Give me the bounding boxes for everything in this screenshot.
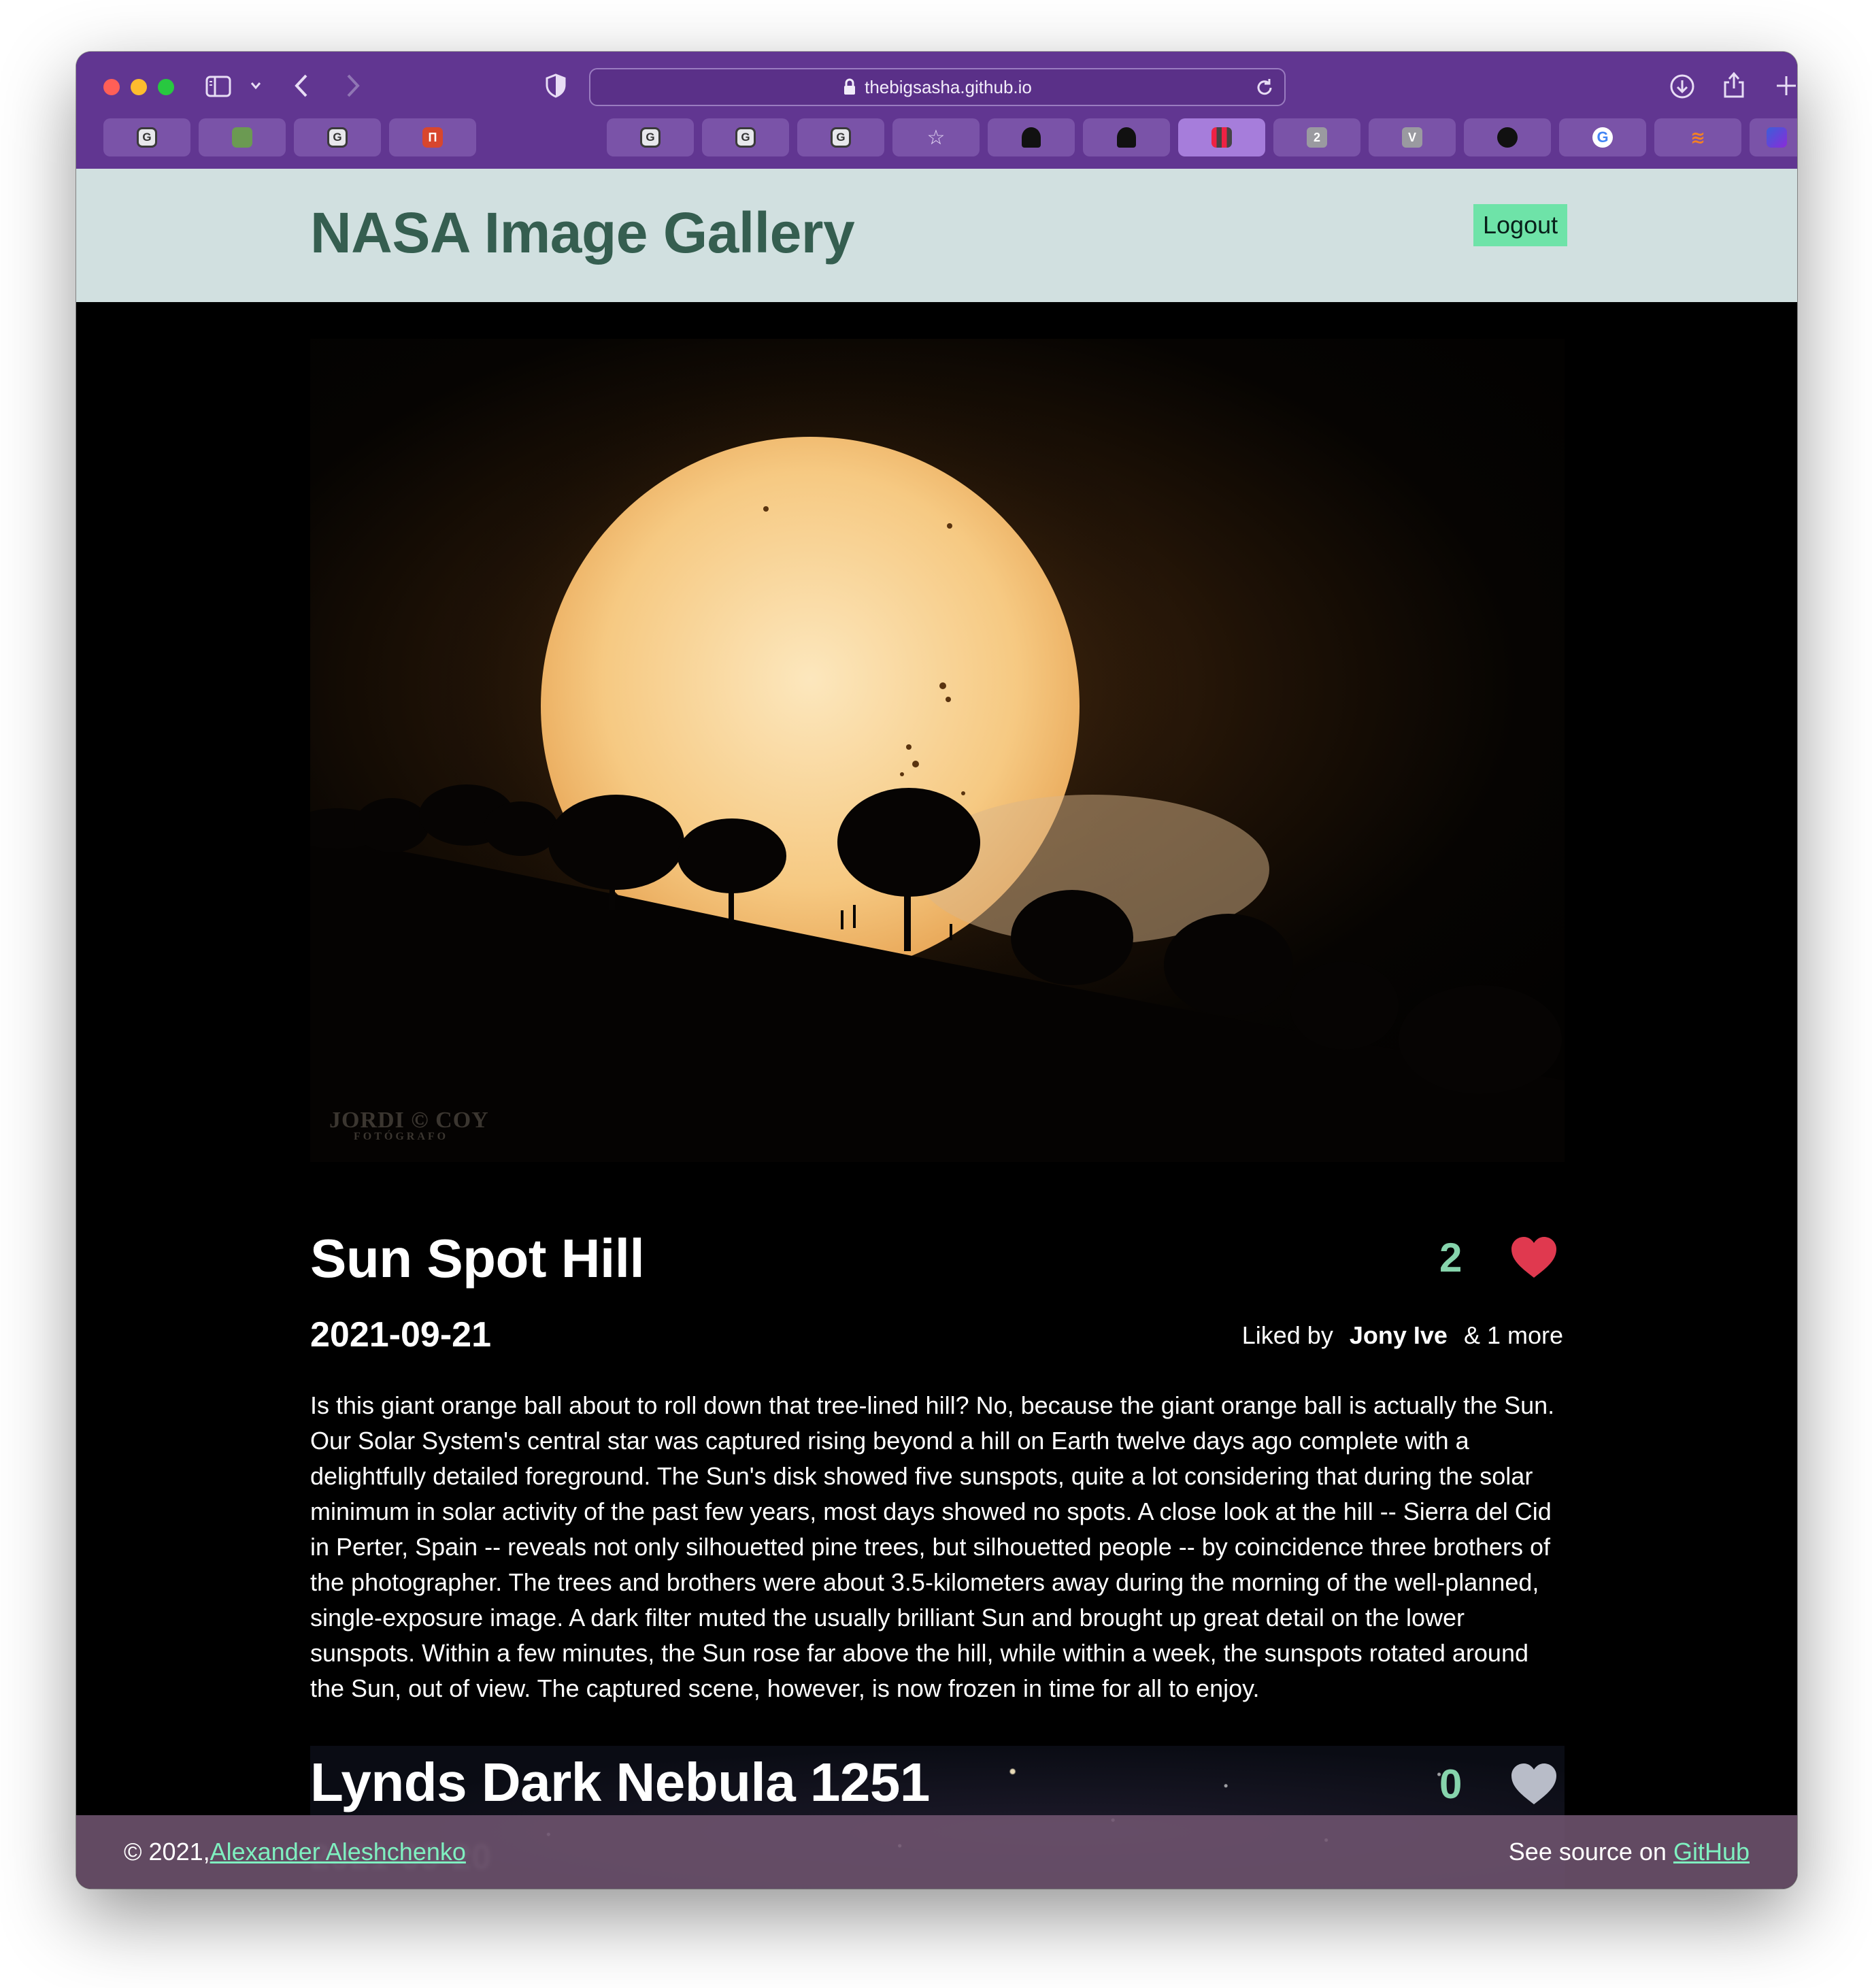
site-footer: © 2021,Alexander Aleshchenko See source …	[76, 1815, 1797, 1889]
g-favicon-icon: G	[831, 127, 851, 148]
notion-like-favicon-icon: П	[422, 127, 443, 148]
image-watermark: JORDI © COY FOTÓGRAFO	[329, 1108, 489, 1143]
post-title: Sun Spot Hill	[310, 1228, 645, 1289]
v-favicon-icon: V	[1402, 127, 1422, 148]
source-prefix: See source on	[1508, 1838, 1673, 1866]
next-like-count: 0	[1439, 1761, 1462, 1807]
sunrise-illustration	[310, 339, 1565, 1162]
author-link[interactable]: Alexander Aleshchenko	[210, 1838, 466, 1866]
ghost-favicon-icon	[1117, 127, 1136, 148]
tab-10[interactable]	[1083, 118, 1170, 156]
tab-16[interactable]: ≋	[1654, 118, 1741, 156]
liked-by-suffix: & 1 more	[1463, 1321, 1563, 1349]
ghost-favicon-icon	[1022, 127, 1041, 148]
url-text: thebigsasha.github.io	[865, 76, 1032, 97]
cube-favicon-icon	[1767, 127, 1787, 148]
like-count: 2	[1439, 1235, 1462, 1280]
tab-17[interactable]	[1750, 118, 1797, 156]
page-title: NASA Image Gallery	[310, 201, 855, 265]
copyright-text: © 2021,	[124, 1838, 210, 1866]
heart-icon[interactable]	[1510, 1236, 1558, 1279]
tab-7[interactable]: G	[797, 118, 884, 156]
tab-9[interactable]	[988, 118, 1075, 156]
copyright: © 2021,Alexander Aleshchenko	[124, 1838, 466, 1866]
g-favicon-icon: G	[735, 127, 756, 148]
bars-favicon-icon	[1211, 127, 1232, 148]
source-note: See source on GitHub	[1509, 1838, 1750, 1866]
g-favicon-icon: G	[137, 127, 157, 148]
tab-13[interactable]: V	[1369, 118, 1456, 156]
apod-image[interactable]: JORDI © COY FOTÓGRAFO	[310, 339, 1565, 1162]
heart-outline-icon[interactable]	[1510, 1762, 1558, 1806]
g-favicon-icon: G	[640, 127, 661, 148]
close-window-button[interactable]	[103, 79, 120, 95]
chevron-down-icon[interactable]	[250, 82, 261, 90]
post-description: Is this giant orange ball about to roll …	[310, 1391, 1555, 1702]
forward-icon[interactable]	[346, 73, 361, 98]
minimize-window-button[interactable]	[131, 79, 147, 95]
lock-icon	[844, 78, 856, 95]
number-favicon-icon: 2	[1307, 127, 1327, 148]
sidebar-toggle-icon[interactable]	[205, 75, 231, 98]
back-icon[interactable]	[294, 73, 309, 98]
tab-active[interactable]	[1178, 118, 1265, 156]
privacy-shield-icon[interactable]	[546, 73, 566, 98]
star-icon: ☆	[926, 126, 946, 149]
github-icon	[1497, 127, 1518, 148]
tab-1[interactable]: G	[103, 118, 190, 156]
address-bar[interactable]: thebigsasha.github.io	[589, 68, 1286, 106]
logout-button[interactable]: Logout	[1473, 204, 1568, 246]
zoom-window-button[interactable]	[158, 79, 174, 95]
page-content: NASA Image Gallery Logout JORDI © COY FO…	[76, 169, 1797, 1889]
tab-bar: G G П G G G ☆ 2 V G ≋	[103, 118, 1797, 158]
tab-15[interactable]: G	[1559, 118, 1646, 156]
github-link[interactable]: GitHub	[1673, 1838, 1750, 1866]
tab-6[interactable]: G	[702, 118, 789, 156]
liked-by-name: Jony Ive	[1349, 1321, 1448, 1349]
browser-toolbar: thebigsasha.github.io G G П G G G ☆ 2 V …	[76, 52, 1797, 169]
liked-by-prefix: Liked by	[1241, 1321, 1333, 1349]
tab-8[interactable]: ☆	[892, 118, 980, 156]
google-icon: G	[1592, 127, 1613, 148]
share-icon[interactable]	[1722, 71, 1745, 99]
tab-14[interactable]	[1464, 118, 1551, 156]
g-favicon-icon: G	[327, 127, 348, 148]
map-favicon-icon	[232, 127, 252, 148]
site-header: NASA Image Gallery Logout	[76, 169, 1797, 302]
post-date: 2021-09-21	[310, 1315, 491, 1355]
tab-12[interactable]: 2	[1273, 118, 1360, 156]
reload-icon[interactable]	[1254, 78, 1275, 103]
new-tab-icon[interactable]	[1775, 75, 1797, 97]
browser-window: thebigsasha.github.io G G П G G G ☆ 2 V …	[76, 52, 1797, 1889]
stackoverflow-icon: ≋	[1690, 127, 1705, 148]
tab-3[interactable]: G	[294, 118, 381, 156]
tab-4[interactable]: П	[389, 118, 476, 156]
liked-by: Liked by Jony Ive & 1 more	[1242, 1321, 1563, 1350]
next-post-title: Lynds Dark Nebula 1251	[310, 1752, 930, 1812]
tab-5[interactable]: G	[607, 118, 694, 156]
downloads-icon[interactable]	[1669, 73, 1695, 99]
watermark-text: JORDI © COY	[329, 1108, 489, 1133]
tab-2[interactable]	[199, 118, 286, 156]
